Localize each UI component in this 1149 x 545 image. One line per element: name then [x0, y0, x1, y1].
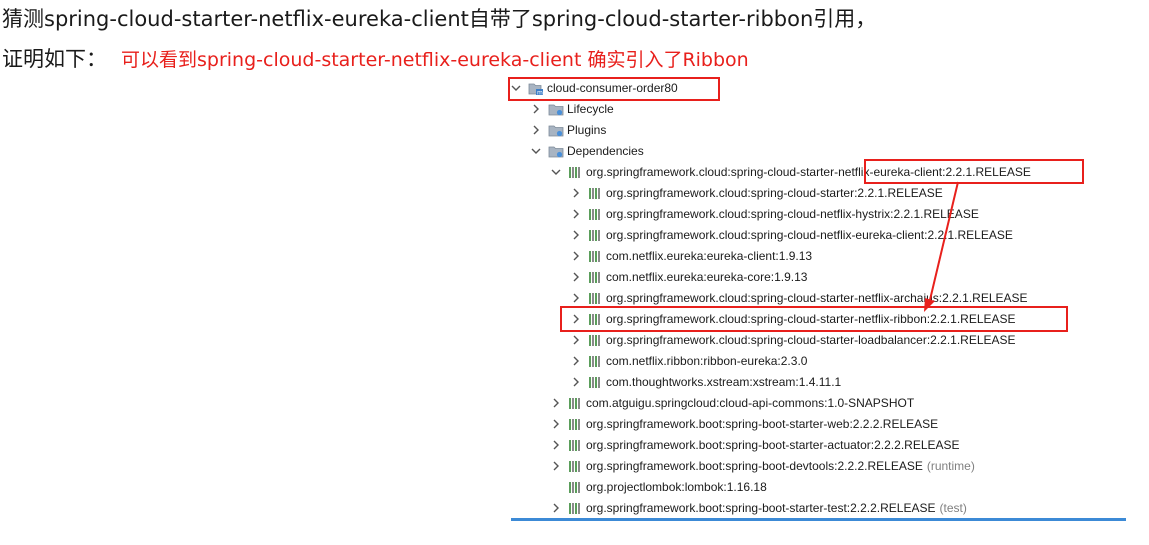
jar-icon: [568, 435, 583, 456]
maven-project-icon: m: [528, 78, 544, 99]
tree-node-label: org.springframework.cloud:spring-cloud-n…: [606, 207, 979, 221]
tree-node-label: org.springframework.cloud:spring-cloud-s…: [606, 291, 1028, 305]
tree-node-dependency[interactable]: org.springframework.cloud:spring-cloud-s…: [550, 162, 1031, 183]
chevron-right-icon[interactable]: [530, 120, 542, 141]
chevron-right-icon[interactable]: [570, 183, 582, 204]
tree-node-dependency[interactable]: org.springframework.boot:spring-boot-dev…: [550, 456, 975, 477]
chevron-right-icon[interactable]: [570, 204, 582, 225]
tree-node-label: org.springframework.cloud:spring-cloud-s…: [586, 165, 1031, 179]
tree-node-label: Plugins: [567, 123, 607, 137]
chevron-down-icon[interactable]: [550, 162, 562, 183]
tree-node-label: org.springframework.boot:spring-boot-sta…: [586, 501, 936, 515]
chevron-right-icon[interactable]: [570, 330, 582, 351]
chevron-right-icon[interactable]: [550, 414, 562, 435]
tree-node-transitive-dependency[interactable]: org.springframework.cloud:spring-cloud-s…: [570, 288, 1028, 309]
tree-node-label: com.netflix.eureka:eureka-core:1.9.13: [606, 270, 808, 284]
chevron-right-icon[interactable]: [570, 372, 582, 393]
chevron-right-icon[interactable]: [570, 309, 582, 330]
jar-icon: [568, 414, 583, 435]
tree-node-transitive-dependency[interactable]: org.springframework.cloud:spring-cloud-s…: [570, 330, 1016, 351]
jar-icon: [588, 372, 603, 393]
jar-icon: [588, 183, 603, 204]
tree-node-group-plugins[interactable]: Plugins: [530, 120, 606, 141]
maven-dependency-tree: m cloud-consumer-order80 Lifecycle Plugins D…: [510, 78, 1126, 518]
tree-node-label: org.springframework.cloud:spring-cloud-s…: [606, 312, 1016, 326]
jar-icon: [568, 162, 583, 183]
chevron-right-icon[interactable]: [550, 393, 562, 414]
dependency-scope: (test): [939, 501, 967, 515]
chevron-right-icon[interactable]: [530, 99, 542, 120]
tree-node-label: com.thoughtworks.xstream:xstream:1.4.11.…: [606, 375, 842, 389]
chevron-down-icon[interactable]: [530, 141, 542, 162]
jar-icon: [588, 288, 603, 309]
lifecycle-folder-icon: [548, 99, 564, 120]
tree-node-transitive-dependency[interactable]: com.netflix.ribbon:ribbon-eureka:2.3.0: [570, 351, 807, 372]
tree-node-group-lifecycle[interactable]: Lifecycle: [530, 99, 614, 120]
tree-node-label: org.springframework.cloud:spring-cloud-n…: [606, 228, 1013, 242]
chevron-right-icon[interactable]: [550, 456, 562, 477]
tree-node-dependency[interactable]: org.springframework.boot:spring-boot-sta…: [550, 414, 938, 435]
svg-text:m: m: [537, 90, 543, 97]
tree-node-dependency[interactable]: org.springframework.boot:spring-boot-sta…: [550, 498, 967, 519]
proof-label: 证明如下：: [2, 47, 107, 71]
jar-icon: [588, 267, 603, 288]
tree-node-transitive-dependency[interactable]: com.thoughtworks.xstream:xstream:1.4.11.…: [570, 372, 841, 393]
tree-node-label: com.netflix.ribbon:ribbon-eureka:2.3.0: [606, 354, 808, 368]
chevron-right-icon[interactable]: [550, 498, 562, 519]
tree-node-label: Dependencies: [567, 144, 644, 158]
proof-note: 可以看到spring-cloud-starter-netflix-eureka-…: [121, 49, 749, 71]
tree-node-dependency[interactable]: com.atguigu.springcloud:cloud-api-common…: [550, 393, 914, 414]
tree-node-project[interactable]: m cloud-consumer-order80: [510, 78, 678, 99]
jar-icon: [588, 330, 603, 351]
tree-node-label: org.projectlombok:lombok:1.16.18: [586, 480, 767, 494]
jar-icon: [568, 456, 583, 477]
jar-icon: [568, 498, 583, 519]
tree-node-transitive-dependency[interactable]: org.springframework.cloud:spring-cloud-n…: [570, 225, 1013, 246]
jar-icon: [568, 393, 583, 414]
tree-node-dependency[interactable]: org.springframework.boot:spring-boot-sta…: [550, 435, 960, 456]
jar-icon: [588, 225, 603, 246]
chevron-down-icon[interactable]: [510, 78, 522, 99]
tree-node-label: org.springframework.boot:spring-boot-sta…: [586, 438, 960, 452]
tree-node-label: org.springframework.boot:spring-boot-dev…: [586, 459, 923, 473]
tree-node-transitive-dependency[interactable]: com.netflix.eureka:eureka-core:1.9.13: [570, 267, 807, 288]
jar-icon: [588, 246, 603, 267]
tree-node-group-dependencies[interactable]: Dependencies: [530, 141, 644, 162]
tree-node-transitive-dependency[interactable]: com.netflix.eureka:eureka-client:1.9.13: [570, 246, 812, 267]
panel-bottom-border: [511, 518, 1126, 521]
tree-node-transitive-dependency[interactable]: org.springframework.cloud:spring-cloud-s…: [570, 309, 1016, 330]
tree-node-label: org.springframework.cloud:spring-cloud-s…: [606, 333, 1016, 347]
chevron-right-icon[interactable]: [570, 267, 582, 288]
tree-node-label: com.netflix.eureka:eureka-client:1.9.13: [606, 249, 813, 263]
tree-node-dependency[interactable]: org.projectlombok:lombok:1.16.18: [550, 477, 767, 498]
tree-node-label: org.springframework.cloud:spring-cloud-s…: [606, 186, 943, 200]
chevron-right-icon[interactable]: [570, 351, 582, 372]
tree-node-label: Lifecycle: [567, 102, 614, 116]
dependency-scope: (runtime): [926, 459, 975, 473]
dependencies-folder-icon: [548, 141, 564, 162]
chevron-right-icon[interactable]: [570, 225, 582, 246]
chevron-right-icon[interactable]: [570, 288, 582, 309]
proof-line: 证明如下： 可以看到spring-cloud-starter-netflix-eu…: [2, 44, 749, 74]
chevron-right-icon[interactable]: [550, 435, 562, 456]
tree-node-transitive-dependency[interactable]: org.springframework.cloud:spring-cloud-s…: [570, 183, 943, 204]
jar-icon: [588, 351, 603, 372]
tree-node-label: org.springframework.boot:spring-boot-sta…: [586, 417, 939, 431]
chevron-right-icon[interactable]: [570, 246, 582, 267]
plugins-folder-icon: [548, 120, 564, 141]
jar-icon: [588, 309, 603, 330]
jar-icon: [568, 477, 583, 498]
jar-icon: [588, 204, 603, 225]
tree-node-label: com.atguigu.springcloud:cloud-api-common…: [586, 396, 915, 410]
tree-node-transitive-dependency[interactable]: org.springframework.cloud:spring-cloud-n…: [570, 204, 979, 225]
tree-node-label: cloud-consumer-order80: [547, 81, 678, 95]
heading-text: 猜测spring-cloud-starter-netflix-eureka-cl…: [2, 7, 877, 31]
